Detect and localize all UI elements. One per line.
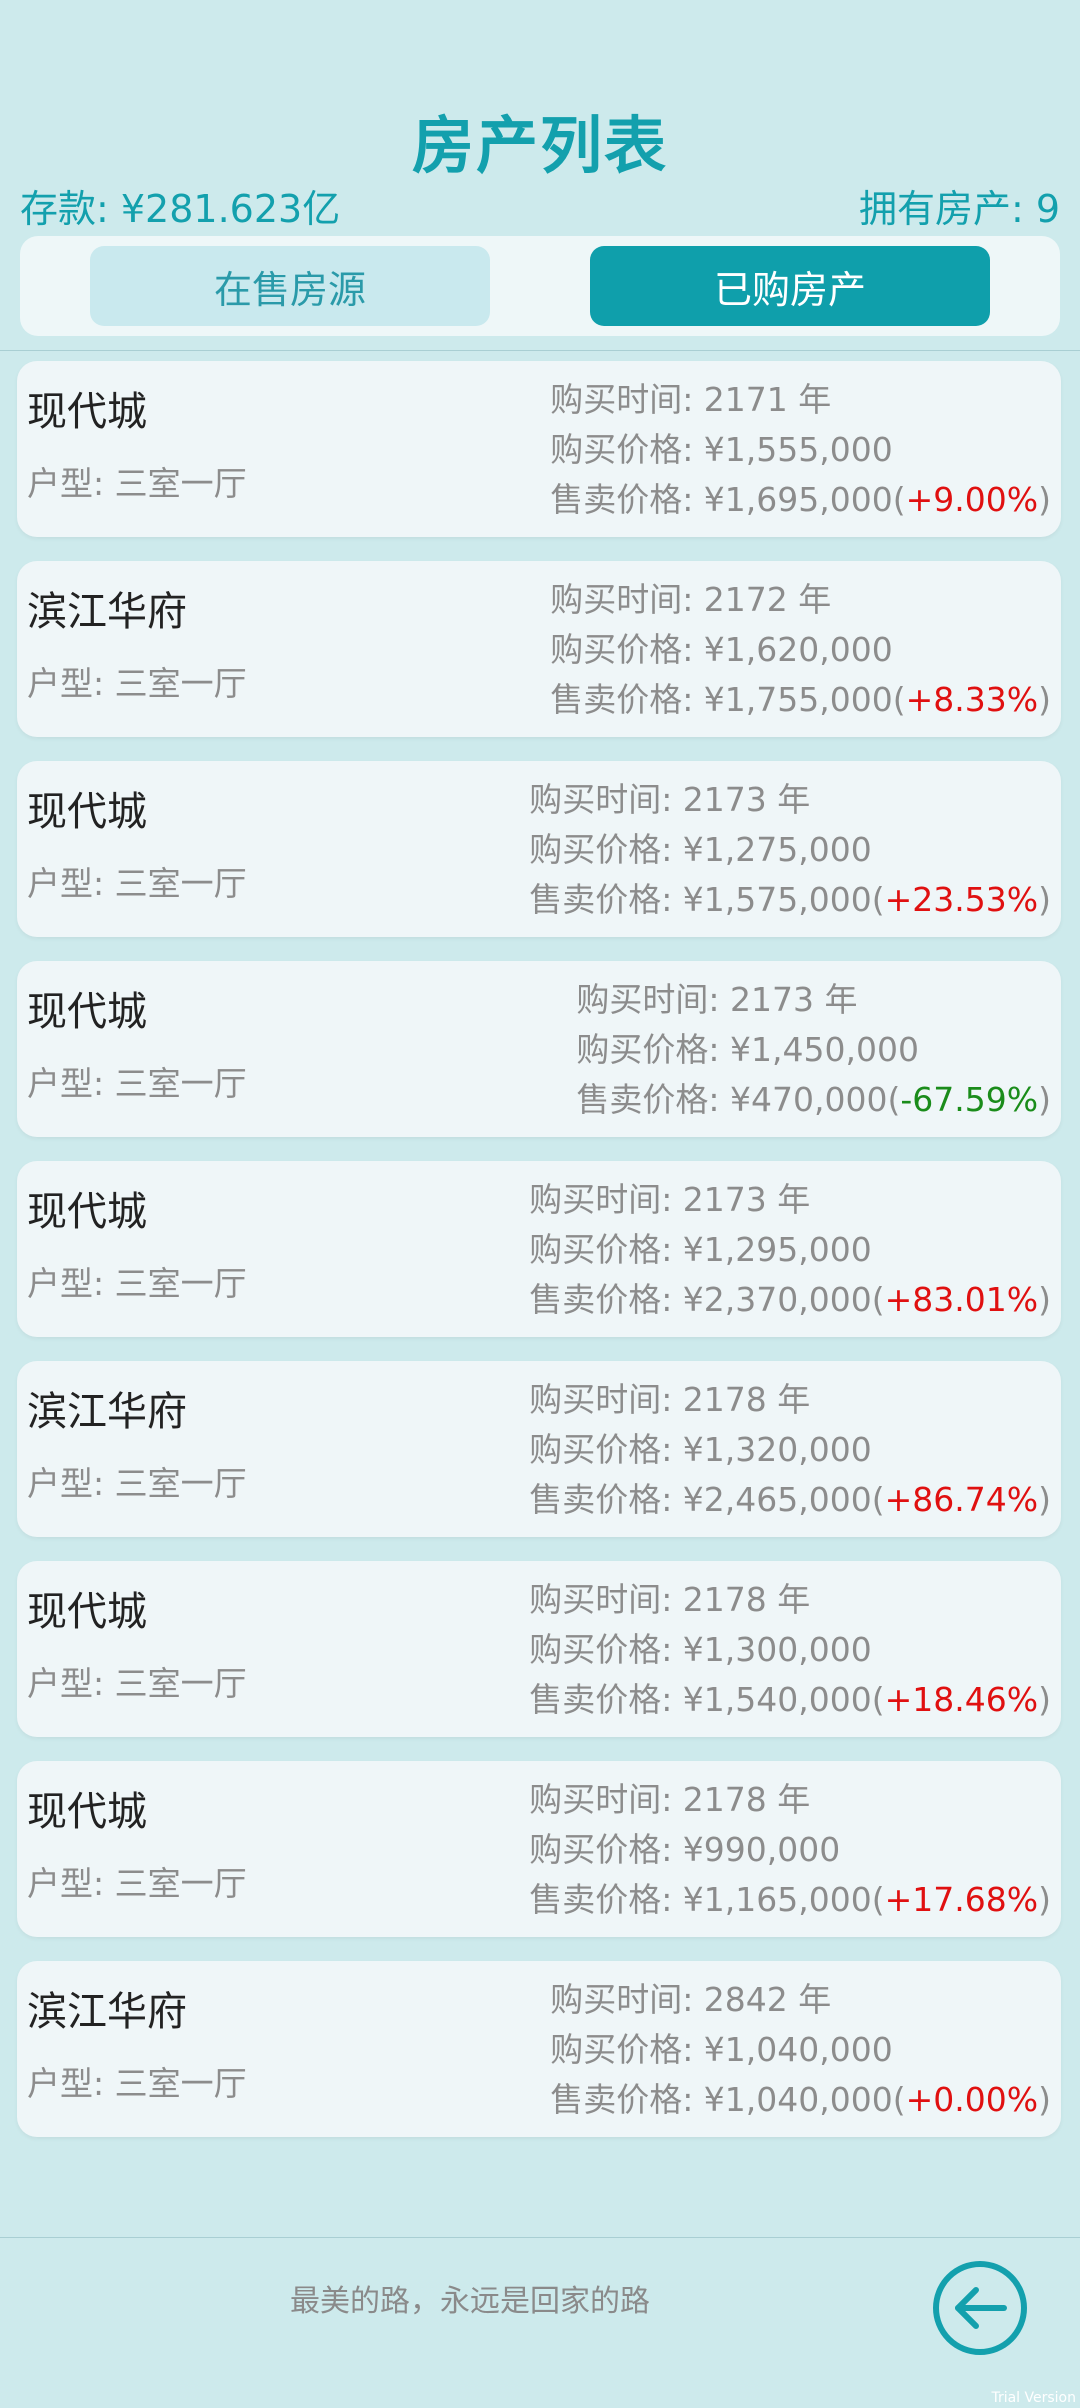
property-card[interactable]: 滨江华府 户型: 三室一厅 购买时间: 2172 年 购买价格: ¥1,620,… bbox=[17, 561, 1061, 737]
purchase-time: 购买时间: 2178 年 bbox=[529, 1380, 811, 1419]
purchase-price: 购买价格: ¥990,000 bbox=[529, 1830, 841, 1869]
price-change: +9.00% bbox=[905, 480, 1039, 519]
property-list[interactable]: 现代城 户型: 三室一厅 购买时间: 2171 年 购买价格: ¥1,555,0… bbox=[0, 350, 1080, 2238]
sell-price: 售卖价格: ¥1,575,000(+23.53%) bbox=[529, 880, 1051, 919]
property-details: 购买时间: 2171 年 购买价格: ¥1,555,000 售卖价格: ¥1,6… bbox=[550, 375, 1051, 525]
purchase-time: 购买时间: 2172 年 bbox=[550, 580, 832, 619]
property-type: 户型: 三室一厅 bbox=[27, 1264, 247, 1303]
purchase-price: 购买价格: ¥1,295,000 bbox=[529, 1230, 872, 1269]
property-type: 户型: 三室一厅 bbox=[27, 464, 247, 503]
property-details: 购买时间: 2173 年 购买价格: ¥1,295,000 售卖价格: ¥2,3… bbox=[529, 1175, 1051, 1325]
property-details: 购买时间: 2178 年 购买价格: ¥1,320,000 售卖价格: ¥2,4… bbox=[529, 1375, 1051, 1525]
property-details: 购买时间: 2173 年 购买价格: ¥1,450,000 售卖价格: ¥470… bbox=[576, 975, 1051, 1125]
sell-price: 售卖价格: ¥2,370,000(+83.01%) bbox=[529, 1280, 1051, 1319]
property-name: 现代城 bbox=[27, 1189, 147, 1235]
property-name: 滨江华府 bbox=[27, 1989, 187, 2035]
page-title: 房产列表 bbox=[411, 109, 668, 182]
purchase-time: 购买时间: 2173 年 bbox=[529, 1180, 811, 1219]
purchase-time: 购买时间: 2178 年 bbox=[529, 1580, 811, 1619]
purchase-price: 购买价格: ¥1,555,000 bbox=[550, 430, 893, 469]
property-details: 购买时间: 2178 年 购买价格: ¥990,000 售卖价格: ¥1,165… bbox=[529, 1775, 1051, 1925]
price-change: +18.46% bbox=[884, 1680, 1039, 1719]
price-change: -67.59% bbox=[900, 1080, 1039, 1119]
price-change: +0.00% bbox=[905, 2080, 1039, 2119]
price-change: +8.33% bbox=[905, 680, 1039, 719]
purchase-time: 购买时间: 2178 年 bbox=[529, 1780, 811, 1819]
purchase-time: 购买时间: 2171 年 bbox=[550, 380, 832, 419]
property-type: 户型: 三室一厅 bbox=[27, 664, 247, 703]
property-card[interactable]: 现代城 户型: 三室一厅 购买时间: 2173 年 购买价格: ¥1,295,0… bbox=[17, 1161, 1061, 1337]
purchase-price: 购买价格: ¥1,450,000 bbox=[576, 1030, 919, 1069]
price-change: +23.53% bbox=[884, 880, 1039, 919]
price-change: +17.68% bbox=[884, 1880, 1039, 1919]
property-details: 购买时间: 2842 年 购买价格: ¥1,040,000 售卖价格: ¥1,0… bbox=[550, 1975, 1051, 2125]
tab-for-sale[interactable]: 在售房源 bbox=[90, 246, 490, 326]
property-details: 购买时间: 2172 年 购买价格: ¥1,620,000 售卖价格: ¥1,7… bbox=[550, 575, 1051, 725]
sell-price: 售卖价格: ¥1,165,000(+17.68%) bbox=[529, 1880, 1051, 1919]
property-type: 户型: 三室一厅 bbox=[27, 864, 247, 903]
property-type: 户型: 三室一厅 bbox=[27, 1464, 247, 1503]
sell-price: 售卖价格: ¥470,000(-67.59%) bbox=[576, 1080, 1051, 1119]
property-card[interactable]: 现代城 户型: 三室一厅 购买时间: 2171 年 购买价格: ¥1,555,0… bbox=[17, 361, 1061, 537]
sell-price: 售卖价格: ¥1,755,000(+8.33%) bbox=[550, 680, 1051, 719]
property-card[interactable]: 现代城 户型: 三室一厅 购买时间: 2178 年 购买价格: ¥990,000… bbox=[17, 1761, 1061, 1937]
trial-version-mark: Trial Version bbox=[991, 2390, 1076, 2406]
property-type: 户型: 三室一厅 bbox=[27, 1664, 247, 1703]
property-name: 现代城 bbox=[27, 1789, 147, 1835]
purchase-price: 购买价格: ¥1,300,000 bbox=[529, 1630, 872, 1669]
property-card[interactable]: 现代城 户型: 三室一厅 购买时间: 2173 年 购买价格: ¥1,450,0… bbox=[17, 961, 1061, 1137]
savings-label: 存款: ¥281.623亿 bbox=[20, 187, 341, 231]
purchase-time: 购买时间: 2842 年 bbox=[550, 1980, 832, 2019]
property-type: 户型: 三室一厅 bbox=[27, 2064, 247, 2103]
sell-price: 售卖价格: ¥1,040,000(+0.00%) bbox=[550, 2080, 1051, 2119]
sell-price: 售卖价格: ¥1,695,000(+9.00%) bbox=[550, 480, 1051, 519]
property-card[interactable]: 滨江华府 户型: 三室一厅 购买时间: 2178 年 购买价格: ¥1,320,… bbox=[17, 1361, 1061, 1537]
price-change: +86.74% bbox=[884, 1480, 1039, 1519]
property-card[interactable]: 滨江华府 户型: 三室一厅 购买时间: 2842 年 购买价格: ¥1,040,… bbox=[17, 1961, 1061, 2137]
property-name: 现代城 bbox=[27, 789, 147, 835]
purchase-price: 购买价格: ¥1,275,000 bbox=[529, 830, 872, 869]
purchase-time: 购买时间: 2173 年 bbox=[529, 780, 811, 819]
sell-price: 售卖价格: ¥2,465,000(+86.74%) bbox=[529, 1480, 1051, 1519]
purchase-time: 购买时间: 2173 年 bbox=[576, 980, 858, 1019]
back-arrow-icon bbox=[933, 2261, 1027, 2355]
tab-bar: 在售房源 已购房产 bbox=[20, 236, 1060, 336]
property-name: 滨江华府 bbox=[27, 1389, 187, 1435]
property-name: 滨江华府 bbox=[27, 589, 187, 635]
tab-purchased[interactable]: 已购房产 bbox=[590, 246, 990, 326]
owned-count-label: 拥有房产: 9 bbox=[858, 187, 1060, 231]
property-details: 购买时间: 2178 年 购买价格: ¥1,300,000 售卖价格: ¥1,5… bbox=[529, 1575, 1051, 1725]
property-card[interactable]: 现代城 户型: 三室一厅 购买时间: 2178 年 购买价格: ¥1,300,0… bbox=[17, 1561, 1061, 1737]
property-type: 户型: 三室一厅 bbox=[27, 1864, 247, 1903]
price-change: +83.01% bbox=[884, 1280, 1039, 1319]
back-button[interactable] bbox=[930, 2258, 1030, 2358]
property-details: 购买时间: 2173 年 购买价格: ¥1,275,000 售卖价格: ¥1,5… bbox=[529, 775, 1051, 925]
purchase-price: 购买价格: ¥1,040,000 bbox=[550, 2030, 893, 2069]
property-card[interactable]: 现代城 户型: 三室一厅 购买时间: 2173 年 购买价格: ¥1,275,0… bbox=[17, 761, 1061, 937]
sell-price: 售卖价格: ¥1,540,000(+18.46%) bbox=[529, 1680, 1051, 1719]
property-type: 户型: 三室一厅 bbox=[27, 1064, 247, 1103]
property-name: 现代城 bbox=[27, 389, 147, 435]
purchase-price: 购买价格: ¥1,320,000 bbox=[529, 1430, 872, 1469]
footer-slogan: 最美的路，永远是回家的路 bbox=[290, 2284, 650, 2319]
purchase-price: 购买价格: ¥1,620,000 bbox=[550, 630, 893, 669]
property-name: 现代城 bbox=[27, 1589, 147, 1635]
property-name: 现代城 bbox=[27, 989, 147, 1035]
